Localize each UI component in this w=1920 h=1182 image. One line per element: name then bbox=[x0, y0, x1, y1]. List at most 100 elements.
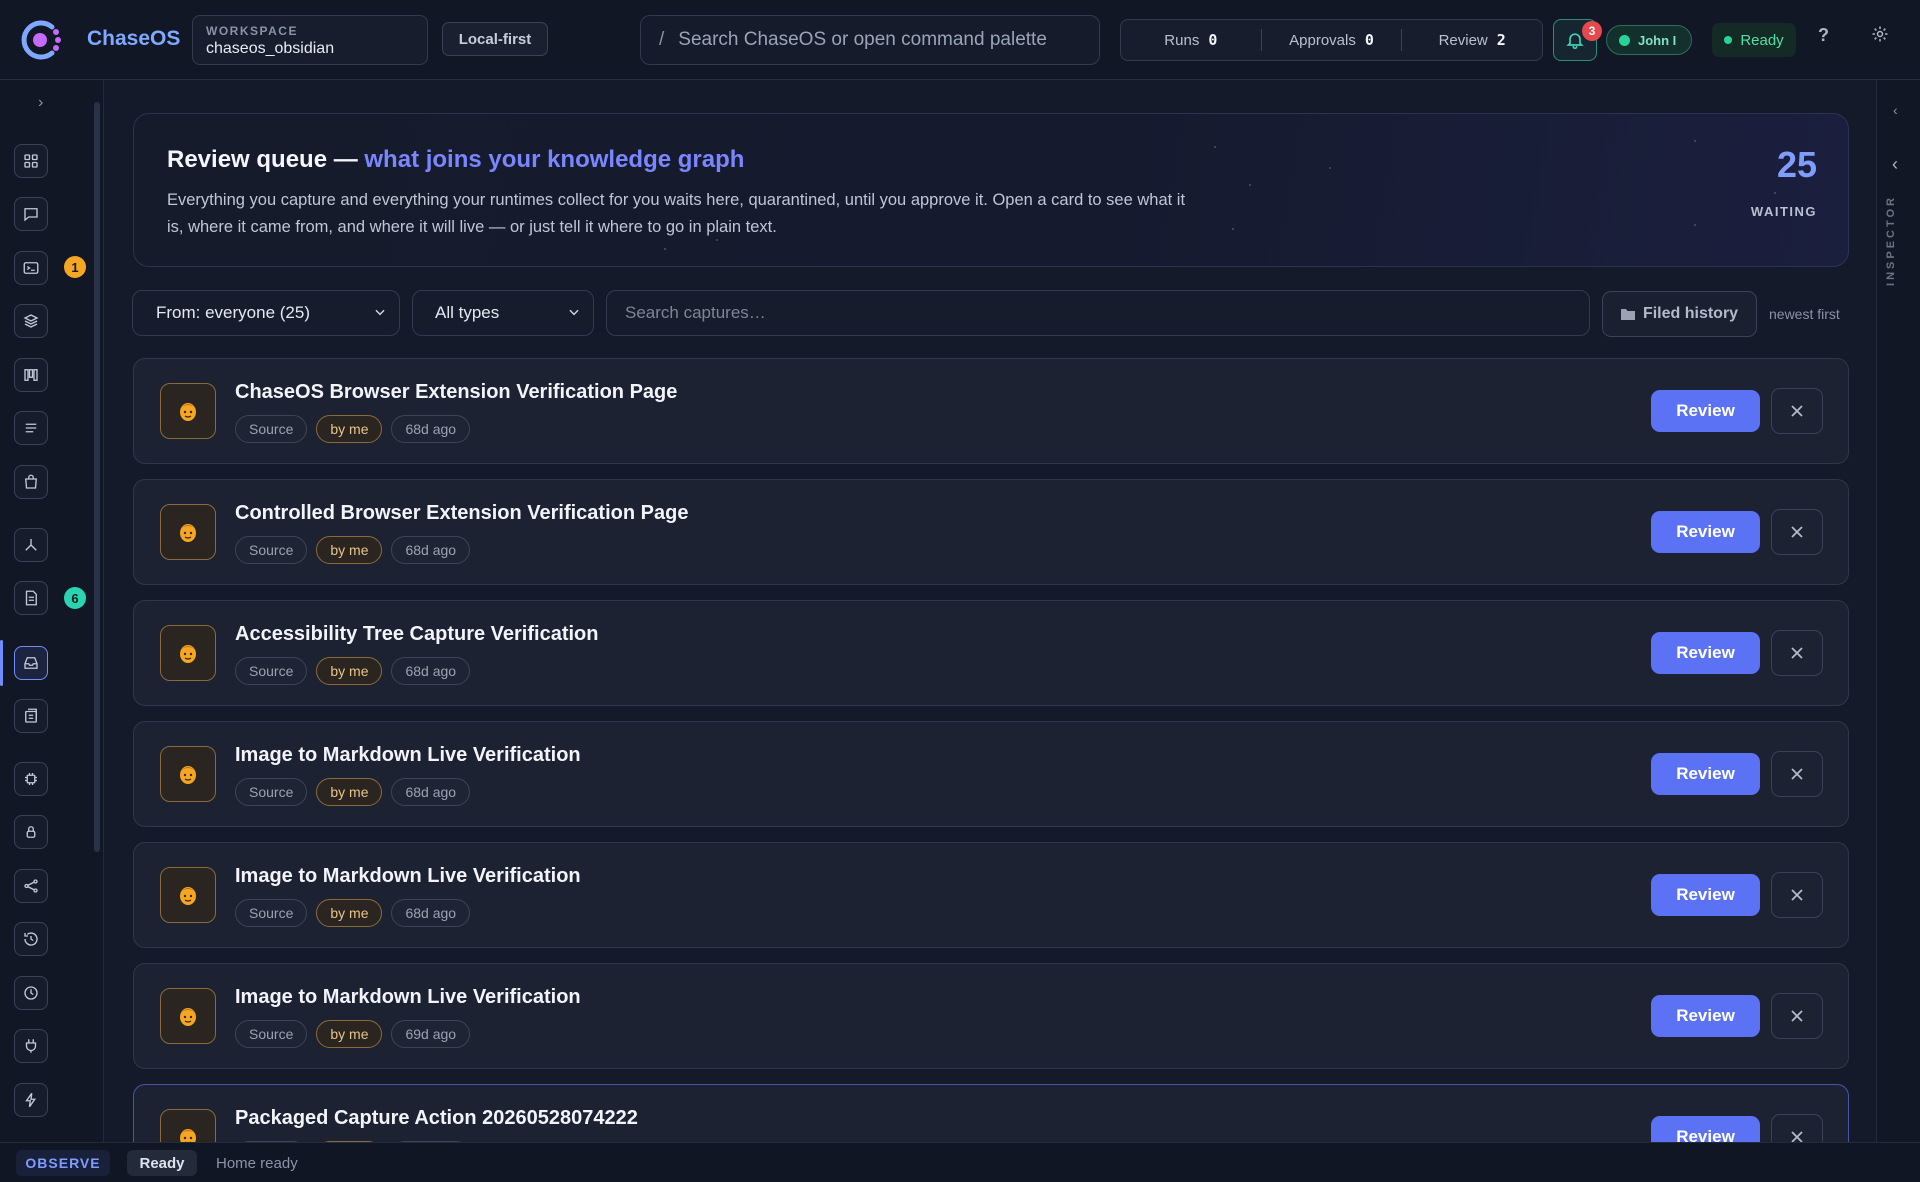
search-slash-hint: / bbox=[659, 29, 665, 50]
rail-automations[interactable] bbox=[14, 1083, 48, 1117]
workspace-selector[interactable]: WORKSPACE chaseos_obsidian bbox=[192, 15, 428, 65]
from-filter-select[interactable]: From: everyone (25) bbox=[132, 290, 400, 336]
expand-rail-chevron-icon[interactable]: › bbox=[38, 94, 43, 112]
capture-face-icon bbox=[160, 504, 216, 560]
card-meta: Source by me 68d ago bbox=[235, 899, 471, 927]
dismiss-button[interactable] bbox=[1771, 993, 1823, 1039]
ready-dot-icon bbox=[1724, 36, 1733, 44]
online-status-icon bbox=[1619, 34, 1630, 46]
user-menu[interactable]: John I bbox=[1606, 25, 1692, 55]
rail-chat[interactable] bbox=[14, 197, 48, 231]
approvals-counter[interactable]: Approvals 0 bbox=[1262, 31, 1402, 49]
waiting-label: WAITING bbox=[1750, 204, 1817, 219]
dismiss-button[interactable] bbox=[1771, 872, 1823, 918]
navigation-rail: › 1 6 bbox=[0, 80, 104, 1142]
review-card[interactable]: Accessibility Tree Capture Verification … bbox=[133, 600, 1849, 706]
card-title[interactable]: Image to Markdown Live Verification bbox=[235, 744, 581, 767]
source-chip: Source bbox=[235, 657, 308, 685]
rail-terminal[interactable] bbox=[14, 251, 48, 285]
list-icon bbox=[25, 423, 37, 433]
rail-board[interactable] bbox=[14, 358, 48, 392]
dismiss-button[interactable] bbox=[1771, 630, 1823, 676]
card-title[interactable]: Image to Markdown Live Verification bbox=[235, 986, 581, 1009]
card-title[interactable]: Image to Markdown Live Verification bbox=[235, 865, 581, 888]
rail-security[interactable] bbox=[14, 815, 48, 849]
card-meta: Source by me 68d ago bbox=[235, 536, 471, 564]
active-indicator bbox=[0, 640, 3, 686]
captures-search-input[interactable]: Search captures… bbox=[606, 290, 1590, 336]
age-chip: 68d ago bbox=[391, 899, 471, 927]
mode-badge[interactable]: OBSERVE bbox=[16, 1150, 110, 1176]
card-title[interactable]: Packaged Capture Action 20260528074222 bbox=[235, 1107, 638, 1130]
rail-extensions[interactable] bbox=[14, 762, 48, 796]
review-button[interactable]: Review bbox=[1651, 1116, 1760, 1142]
review-counter[interactable]: Review 2 bbox=[1402, 31, 1542, 49]
chaseos-logo-icon[interactable] bbox=[16, 16, 64, 64]
decorative-star bbox=[1774, 192, 1776, 194]
review-card[interactable]: Image to Markdown Live Verification Sour… bbox=[133, 963, 1849, 1069]
rail-documents[interactable] bbox=[14, 581, 48, 615]
age-chip: 68d ago bbox=[391, 657, 471, 685]
age-chip: 68d ago bbox=[391, 415, 471, 443]
rail-inbox-review[interactable] bbox=[14, 646, 48, 680]
rail-share[interactable] bbox=[14, 869, 48, 903]
card-title[interactable]: Accessibility Tree Capture Verification bbox=[235, 623, 598, 646]
rail-store[interactable] bbox=[14, 465, 48, 499]
rail-schedule[interactable] bbox=[14, 976, 48, 1010]
rail-archive[interactable] bbox=[14, 699, 48, 733]
review-card[interactable]: Image to Markdown Live Verification Sour… bbox=[133, 842, 1849, 948]
rail-plugins[interactable] bbox=[14, 1029, 48, 1063]
review-button[interactable]: Review bbox=[1651, 753, 1760, 795]
dismiss-button[interactable] bbox=[1771, 388, 1823, 434]
rail-layers[interactable] bbox=[14, 304, 48, 338]
inbox-icon bbox=[24, 657, 38, 669]
status-state-badge: Ready bbox=[127, 1150, 197, 1176]
history-icon bbox=[24, 932, 38, 946]
review-button[interactable]: Review bbox=[1651, 632, 1760, 674]
review-card-list[interactable]: ChaseOS Browser Extension Verification P… bbox=[133, 358, 1849, 1142]
source-chip: Source bbox=[235, 778, 308, 806]
command-palette-search[interactable]: / Search ChaseOS or open command palette bbox=[640, 15, 1100, 65]
dismiss-button[interactable] bbox=[1771, 509, 1823, 555]
dismiss-button[interactable] bbox=[1771, 751, 1823, 797]
author-chip: by me bbox=[316, 536, 383, 564]
review-button[interactable]: Review bbox=[1651, 874, 1760, 916]
card-title[interactable]: Controlled Browser Extension Verificatio… bbox=[235, 502, 688, 525]
author-chip: by me bbox=[316, 657, 383, 685]
review-button[interactable]: Review bbox=[1651, 390, 1760, 432]
shopping-bag-icon bbox=[25, 474, 37, 489]
rail-list[interactable] bbox=[14, 411, 48, 445]
review-card[interactable]: Image to Markdown Live Verification Sour… bbox=[133, 721, 1849, 827]
close-icon bbox=[1791, 889, 1803, 901]
card-meta: Source by me 68d ago bbox=[235, 415, 471, 443]
app-name: ChaseOS bbox=[87, 27, 181, 50]
gear-icon[interactable] bbox=[1870, 24, 1890, 44]
source-chip: Source bbox=[235, 1020, 308, 1048]
sort-order-toggle[interactable]: newest first bbox=[1769, 306, 1840, 322]
help-icon[interactable]: ? bbox=[1818, 25, 1829, 46]
review-card[interactable]: Packaged Capture Action 20260528074222 S… bbox=[133, 1084, 1849, 1142]
system-status-badge[interactable]: Ready bbox=[1712, 23, 1796, 57]
decorative-star bbox=[1694, 224, 1696, 226]
rail-dashboard[interactable] bbox=[14, 144, 48, 178]
review-card[interactable]: ChaseOS Browser Extension Verification P… bbox=[133, 358, 1849, 464]
from-filter-value: From: everyone (25) bbox=[156, 303, 310, 322]
rail-history[interactable] bbox=[14, 922, 48, 956]
rail-scrollbar[interactable] bbox=[94, 102, 100, 852]
review-card[interactable]: Controlled Browser Extension Verificatio… bbox=[133, 479, 1849, 585]
review-button[interactable]: Review bbox=[1651, 995, 1760, 1037]
chevron-down-icon bbox=[375, 309, 385, 316]
collapse-chevron-icon[interactable]: ‹ bbox=[1893, 102, 1898, 118]
dismiss-button[interactable] bbox=[1771, 1114, 1823, 1142]
type-filter-select[interactable]: All types bbox=[412, 290, 594, 336]
filed-history-button[interactable]: Filed history bbox=[1602, 291, 1757, 337]
review-button[interactable]: Review bbox=[1651, 511, 1760, 553]
decorative-star bbox=[1249, 184, 1251, 186]
card-title[interactable]: ChaseOS Browser Extension Verification P… bbox=[235, 381, 677, 404]
inspector-label[interactable]: INSPECTOR bbox=[1885, 195, 1897, 286]
close-icon bbox=[1791, 526, 1803, 538]
rail-graph[interactable] bbox=[14, 528, 48, 562]
local-first-badge[interactable]: Local-first bbox=[442, 22, 548, 56]
runs-counter[interactable]: Runs 0 bbox=[1121, 31, 1261, 49]
expand-inspector-chevron-icon[interactable]: ‹ bbox=[1892, 154, 1898, 175]
